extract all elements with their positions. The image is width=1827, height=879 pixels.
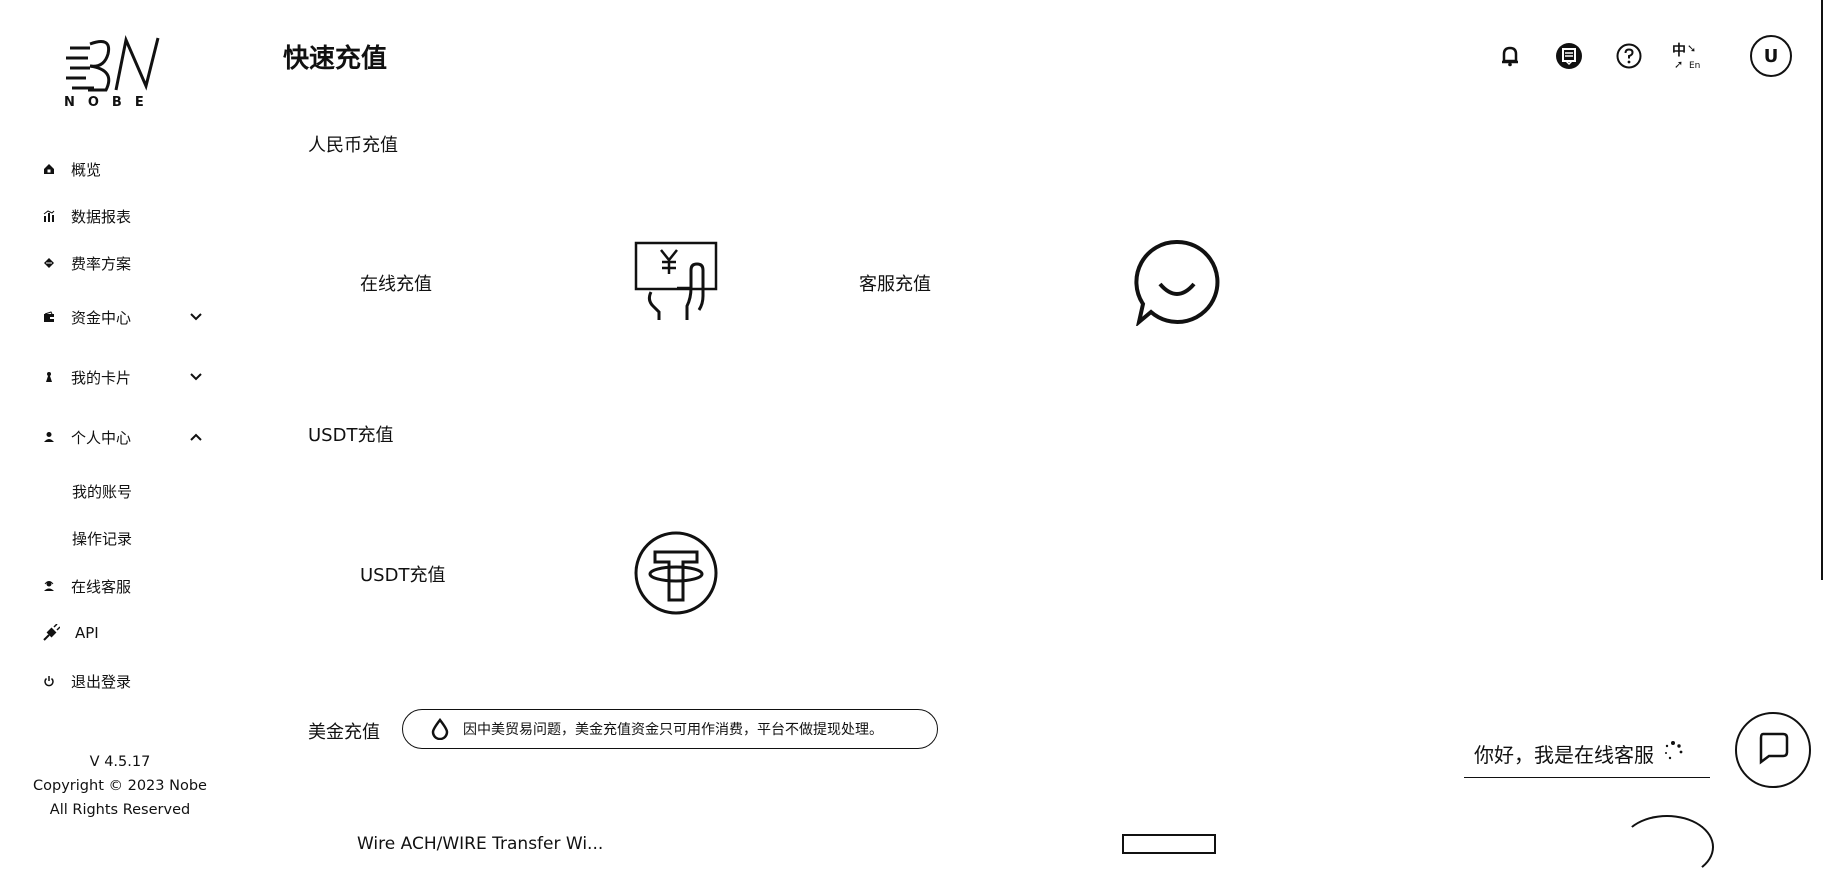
sidebar-item-my-cards[interactable]: 我的卡片 [42,365,212,389]
chat-icon [1755,730,1791,770]
bank-transfer-icon[interactable] [1122,834,1216,854]
brand-wordmark: NOBE [64,95,157,110]
lang-zh-label: 中 [1672,43,1686,59]
plug-icon [42,624,60,642]
user-icon [42,430,56,444]
sidebar-item-reports[interactable]: 数据报表 [42,204,131,228]
wire-transfer-label[interactable]: Wire ACH/WIRE Transfer Wi... [357,834,603,854]
copyright-text: Copyright © 2023 Nobe [33,778,207,794]
sidebar-item-rate-plans[interactable]: 费率方案 [42,251,131,275]
sidebar-item-label: 我的卡片 [71,368,132,387]
sidebar-item-label: API [75,624,99,642]
bell-icon[interactable] [1496,42,1524,70]
avatar[interactable]: U [1750,35,1792,77]
power-icon [42,674,56,688]
sidebar-item-api[interactable]: API [42,621,99,645]
sidebar-item-label: 资金中心 [71,308,132,327]
section-title-usd: 美金充值 [308,722,380,743]
sidebar-item-label: 个人中心 [71,428,132,447]
sidebar-item-label: 退出登录 [71,672,132,691]
sidebar-item-personal-center[interactable]: 个人中心 [42,425,212,449]
section-title-usdt: USDT充值 [308,425,394,446]
sidebar-item-label: 数据报表 [71,207,132,226]
sidebar-item-label: 在线客服 [71,577,132,596]
lang-arrow-icon: ➘ [1687,42,1697,55]
widget-decoration [1620,815,1714,879]
rights-text: All Rights Reserved [49,802,191,818]
lang-arrow-icon: ➚ [1674,58,1684,71]
tether-icon[interactable] [633,530,719,620]
chat-open-button[interactable] [1735,712,1811,788]
sidebar-item-funds[interactable]: 资金中心 [42,305,212,329]
message-icon[interactable] [1555,42,1583,70]
sidebar-footer: V 4.5.17 Copyright © 2023 Nobe All Right… [20,750,220,822]
drop-icon [429,718,451,740]
chevron-down-icon[interactable] [190,310,202,325]
page-title: 快速充值 [283,44,388,74]
version-text: V 4.5.17 [89,754,151,770]
usdt-recharge-label[interactable]: USDT充值 [360,561,445,587]
chevron-down-icon[interactable] [190,370,202,385]
lang-en-label: En [1689,61,1701,71]
scrollbar[interactable] [1821,0,1827,580]
wallet-icon [42,310,56,324]
sidebar-item-online-support[interactable]: 在线客服 [42,574,131,598]
sidebar: NOBE 概览 数据报表 费率方案 资金中心 我的卡片 个人中心 我的账号 操作… [0,0,260,845]
usd-notice-banner: 因中美贸易问题，美金充值资金只可用作消费，平台不做提现处理。 [402,709,938,749]
card-icon [42,370,56,384]
chat-greeting[interactable]: 你好，我是在线客服 [1464,730,1710,778]
loading-spinner-icon [1662,740,1684,767]
sidebar-subitem-my-account[interactable]: 我的账号 [72,481,132,502]
help-icon[interactable] [1615,42,1643,70]
service-recharge-label[interactable]: 客服充值 [859,270,931,296]
sidebar-item-label: 概览 [71,160,102,179]
online-recharge-label[interactable]: 在线充值 [360,270,432,296]
chevron-up-icon[interactable] [190,430,202,445]
chat-greeting-text: 你好，我是在线客服 [1474,743,1654,767]
support-icon [42,579,56,593]
language-switch[interactable]: 中 ➘ ➚ En [1672,40,1706,74]
chat-bubble-icon[interactable] [1133,238,1221,330]
sidebar-item-logout[interactable]: 退出登录 [42,669,131,693]
section-title-rmb: 人民币充值 [308,135,398,156]
usd-notice-text: 因中美贸易问题，美金充值资金只可用作消费，平台不做提现处理。 [463,722,883,738]
cash-hand-icon[interactable] [633,240,719,326]
sidebar-subitem-operation-log[interactable]: 操作记录 [72,528,132,549]
chart-icon [42,209,56,223]
sidebar-item-label: 费率方案 [71,254,132,273]
diamond-icon [42,256,56,270]
sidebar-item-overview[interactable]: 概览 [42,157,101,181]
home-icon [42,162,56,176]
